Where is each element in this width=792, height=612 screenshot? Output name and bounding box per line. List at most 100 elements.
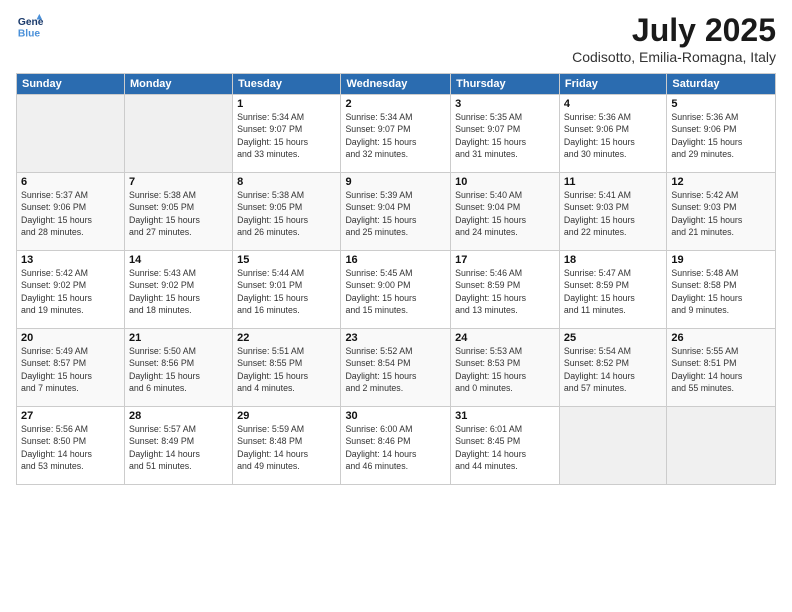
location-title: Codisotto, Emilia-Romagna, Italy [572, 49, 776, 65]
day-detail: Sunrise: 5:47 AM Sunset: 8:59 PM Dayligh… [564, 267, 662, 316]
day-detail: Sunrise: 6:00 AM Sunset: 8:46 PM Dayligh… [345, 423, 446, 472]
day-cell-1-2: 8Sunrise: 5:38 AM Sunset: 9:05 PM Daylig… [233, 173, 341, 251]
day-number: 22 [237, 332, 336, 344]
day-number: 21 [129, 332, 228, 344]
day-number: 23 [345, 332, 446, 344]
day-number: 4 [564, 98, 662, 110]
day-cell-3-2: 22Sunrise: 5:51 AM Sunset: 8:55 PM Dayli… [233, 329, 341, 407]
header-friday: Friday [559, 74, 666, 95]
day-detail: Sunrise: 5:49 AM Sunset: 8:57 PM Dayligh… [21, 345, 120, 394]
day-number: 1 [237, 98, 336, 110]
day-number: 25 [564, 332, 662, 344]
calendar-page: General Blue July 2025 Codisotto, Emilia… [0, 0, 792, 612]
header-tuesday: Tuesday [233, 74, 341, 95]
header-monday: Monday [124, 74, 232, 95]
day-detail: Sunrise: 5:35 AM Sunset: 9:07 PM Dayligh… [455, 111, 555, 160]
week-row-3: 13Sunrise: 5:42 AM Sunset: 9:02 PM Dayli… [17, 251, 776, 329]
day-cell-3-6: 26Sunrise: 5:55 AM Sunset: 8:51 PM Dayli… [667, 329, 776, 407]
day-number: 29 [237, 410, 336, 422]
day-number: 5 [671, 98, 771, 110]
day-cell-1-4: 10Sunrise: 5:40 AM Sunset: 9:04 PM Dayli… [451, 173, 560, 251]
day-detail: Sunrise: 5:38 AM Sunset: 9:05 PM Dayligh… [129, 189, 228, 238]
day-detail: Sunrise: 5:36 AM Sunset: 9:06 PM Dayligh… [671, 111, 771, 160]
day-number: 24 [455, 332, 555, 344]
day-number: 27 [21, 410, 120, 422]
day-cell-0-5: 4Sunrise: 5:36 AM Sunset: 9:06 PM Daylig… [559, 95, 666, 173]
day-cell-4-4: 31Sunrise: 6:01 AM Sunset: 8:45 PM Dayli… [451, 407, 560, 485]
day-cell-1-5: 11Sunrise: 5:41 AM Sunset: 9:03 PM Dayli… [559, 173, 666, 251]
day-number: 16 [345, 254, 446, 266]
day-cell-4-3: 30Sunrise: 6:00 AM Sunset: 8:46 PM Dayli… [341, 407, 451, 485]
day-cell-3-3: 23Sunrise: 5:52 AM Sunset: 8:54 PM Dayli… [341, 329, 451, 407]
day-cell-4-2: 29Sunrise: 5:59 AM Sunset: 8:48 PM Dayli… [233, 407, 341, 485]
day-number: 8 [237, 176, 336, 188]
day-cell-2-6: 19Sunrise: 5:48 AM Sunset: 8:58 PM Dayli… [667, 251, 776, 329]
day-number: 2 [345, 98, 446, 110]
title-block: July 2025 Codisotto, Emilia-Romagna, Ita… [572, 12, 776, 65]
header-saturday: Saturday [667, 74, 776, 95]
day-cell-2-0: 13Sunrise: 5:42 AM Sunset: 9:02 PM Dayli… [17, 251, 125, 329]
day-cell-2-1: 14Sunrise: 5:43 AM Sunset: 9:02 PM Dayli… [124, 251, 232, 329]
day-detail: Sunrise: 5:51 AM Sunset: 8:55 PM Dayligh… [237, 345, 336, 394]
svg-text:Blue: Blue [18, 28, 41, 39]
day-number: 11 [564, 176, 662, 188]
day-number: 14 [129, 254, 228, 266]
day-detail: Sunrise: 5:41 AM Sunset: 9:03 PM Dayligh… [564, 189, 662, 238]
day-number: 7 [129, 176, 228, 188]
day-detail: Sunrise: 5:36 AM Sunset: 9:06 PM Dayligh… [564, 111, 662, 160]
day-number: 13 [21, 254, 120, 266]
day-detail: Sunrise: 5:42 AM Sunset: 9:02 PM Dayligh… [21, 267, 120, 316]
day-number: 15 [237, 254, 336, 266]
header-sunday: Sunday [17, 74, 125, 95]
day-cell-2-3: 16Sunrise: 5:45 AM Sunset: 9:00 PM Dayli… [341, 251, 451, 329]
day-cell-3-1: 21Sunrise: 5:50 AM Sunset: 8:56 PM Dayli… [124, 329, 232, 407]
day-detail: Sunrise: 5:38 AM Sunset: 9:05 PM Dayligh… [237, 189, 336, 238]
day-detail: Sunrise: 5:39 AM Sunset: 9:04 PM Dayligh… [345, 189, 446, 238]
day-detail: Sunrise: 5:53 AM Sunset: 8:53 PM Dayligh… [455, 345, 555, 394]
week-row-4: 20Sunrise: 5:49 AM Sunset: 8:57 PM Dayli… [17, 329, 776, 407]
week-row-5: 27Sunrise: 5:56 AM Sunset: 8:50 PM Dayli… [17, 407, 776, 485]
day-cell-0-1 [124, 95, 232, 173]
day-detail: Sunrise: 5:57 AM Sunset: 8:49 PM Dayligh… [129, 423, 228, 472]
day-detail: Sunrise: 5:40 AM Sunset: 9:04 PM Dayligh… [455, 189, 555, 238]
logo-icon: General Blue [16, 12, 44, 40]
header: General Blue July 2025 Codisotto, Emilia… [16, 12, 776, 65]
day-cell-4-6 [667, 407, 776, 485]
day-cell-0-3: 2Sunrise: 5:34 AM Sunset: 9:07 PM Daylig… [341, 95, 451, 173]
day-number: 3 [455, 98, 555, 110]
day-detail: Sunrise: 5:34 AM Sunset: 9:07 PM Dayligh… [237, 111, 336, 160]
day-detail: Sunrise: 5:37 AM Sunset: 9:06 PM Dayligh… [21, 189, 120, 238]
day-cell-1-1: 7Sunrise: 5:38 AM Sunset: 9:05 PM Daylig… [124, 173, 232, 251]
day-number: 10 [455, 176, 555, 188]
calendar-table: Sunday Monday Tuesday Wednesday Thursday… [16, 73, 776, 485]
day-cell-4-5 [559, 407, 666, 485]
week-row-2: 6Sunrise: 5:37 AM Sunset: 9:06 PM Daylig… [17, 173, 776, 251]
day-cell-1-6: 12Sunrise: 5:42 AM Sunset: 9:03 PM Dayli… [667, 173, 776, 251]
week-row-1: 1Sunrise: 5:34 AM Sunset: 9:07 PM Daylig… [17, 95, 776, 173]
day-detail: Sunrise: 5:46 AM Sunset: 8:59 PM Dayligh… [455, 267, 555, 316]
day-number: 9 [345, 176, 446, 188]
day-cell-4-0: 27Sunrise: 5:56 AM Sunset: 8:50 PM Dayli… [17, 407, 125, 485]
day-detail: Sunrise: 5:50 AM Sunset: 8:56 PM Dayligh… [129, 345, 228, 394]
day-detail: Sunrise: 5:55 AM Sunset: 8:51 PM Dayligh… [671, 345, 771, 394]
logo: General Blue [16, 12, 44, 40]
day-cell-2-2: 15Sunrise: 5:44 AM Sunset: 9:01 PM Dayli… [233, 251, 341, 329]
day-detail: Sunrise: 5:43 AM Sunset: 9:02 PM Dayligh… [129, 267, 228, 316]
day-cell-0-6: 5Sunrise: 5:36 AM Sunset: 9:06 PM Daylig… [667, 95, 776, 173]
day-cell-3-0: 20Sunrise: 5:49 AM Sunset: 8:57 PM Dayli… [17, 329, 125, 407]
day-detail: Sunrise: 6:01 AM Sunset: 8:45 PM Dayligh… [455, 423, 555, 472]
day-cell-0-0 [17, 95, 125, 173]
day-detail: Sunrise: 5:44 AM Sunset: 9:01 PM Dayligh… [237, 267, 336, 316]
day-cell-0-4: 3Sunrise: 5:35 AM Sunset: 9:07 PM Daylig… [451, 95, 560, 173]
day-cell-1-0: 6Sunrise: 5:37 AM Sunset: 9:06 PM Daylig… [17, 173, 125, 251]
day-cell-4-1: 28Sunrise: 5:57 AM Sunset: 8:49 PM Dayli… [124, 407, 232, 485]
day-cell-3-5: 25Sunrise: 5:54 AM Sunset: 8:52 PM Dayli… [559, 329, 666, 407]
day-detail: Sunrise: 5:45 AM Sunset: 9:00 PM Dayligh… [345, 267, 446, 316]
day-number: 17 [455, 254, 555, 266]
day-number: 12 [671, 176, 771, 188]
day-cell-2-4: 17Sunrise: 5:46 AM Sunset: 8:59 PM Dayli… [451, 251, 560, 329]
header-wednesday: Wednesday [341, 74, 451, 95]
day-number: 19 [671, 254, 771, 266]
day-detail: Sunrise: 5:59 AM Sunset: 8:48 PM Dayligh… [237, 423, 336, 472]
day-cell-3-4: 24Sunrise: 5:53 AM Sunset: 8:53 PM Dayli… [451, 329, 560, 407]
